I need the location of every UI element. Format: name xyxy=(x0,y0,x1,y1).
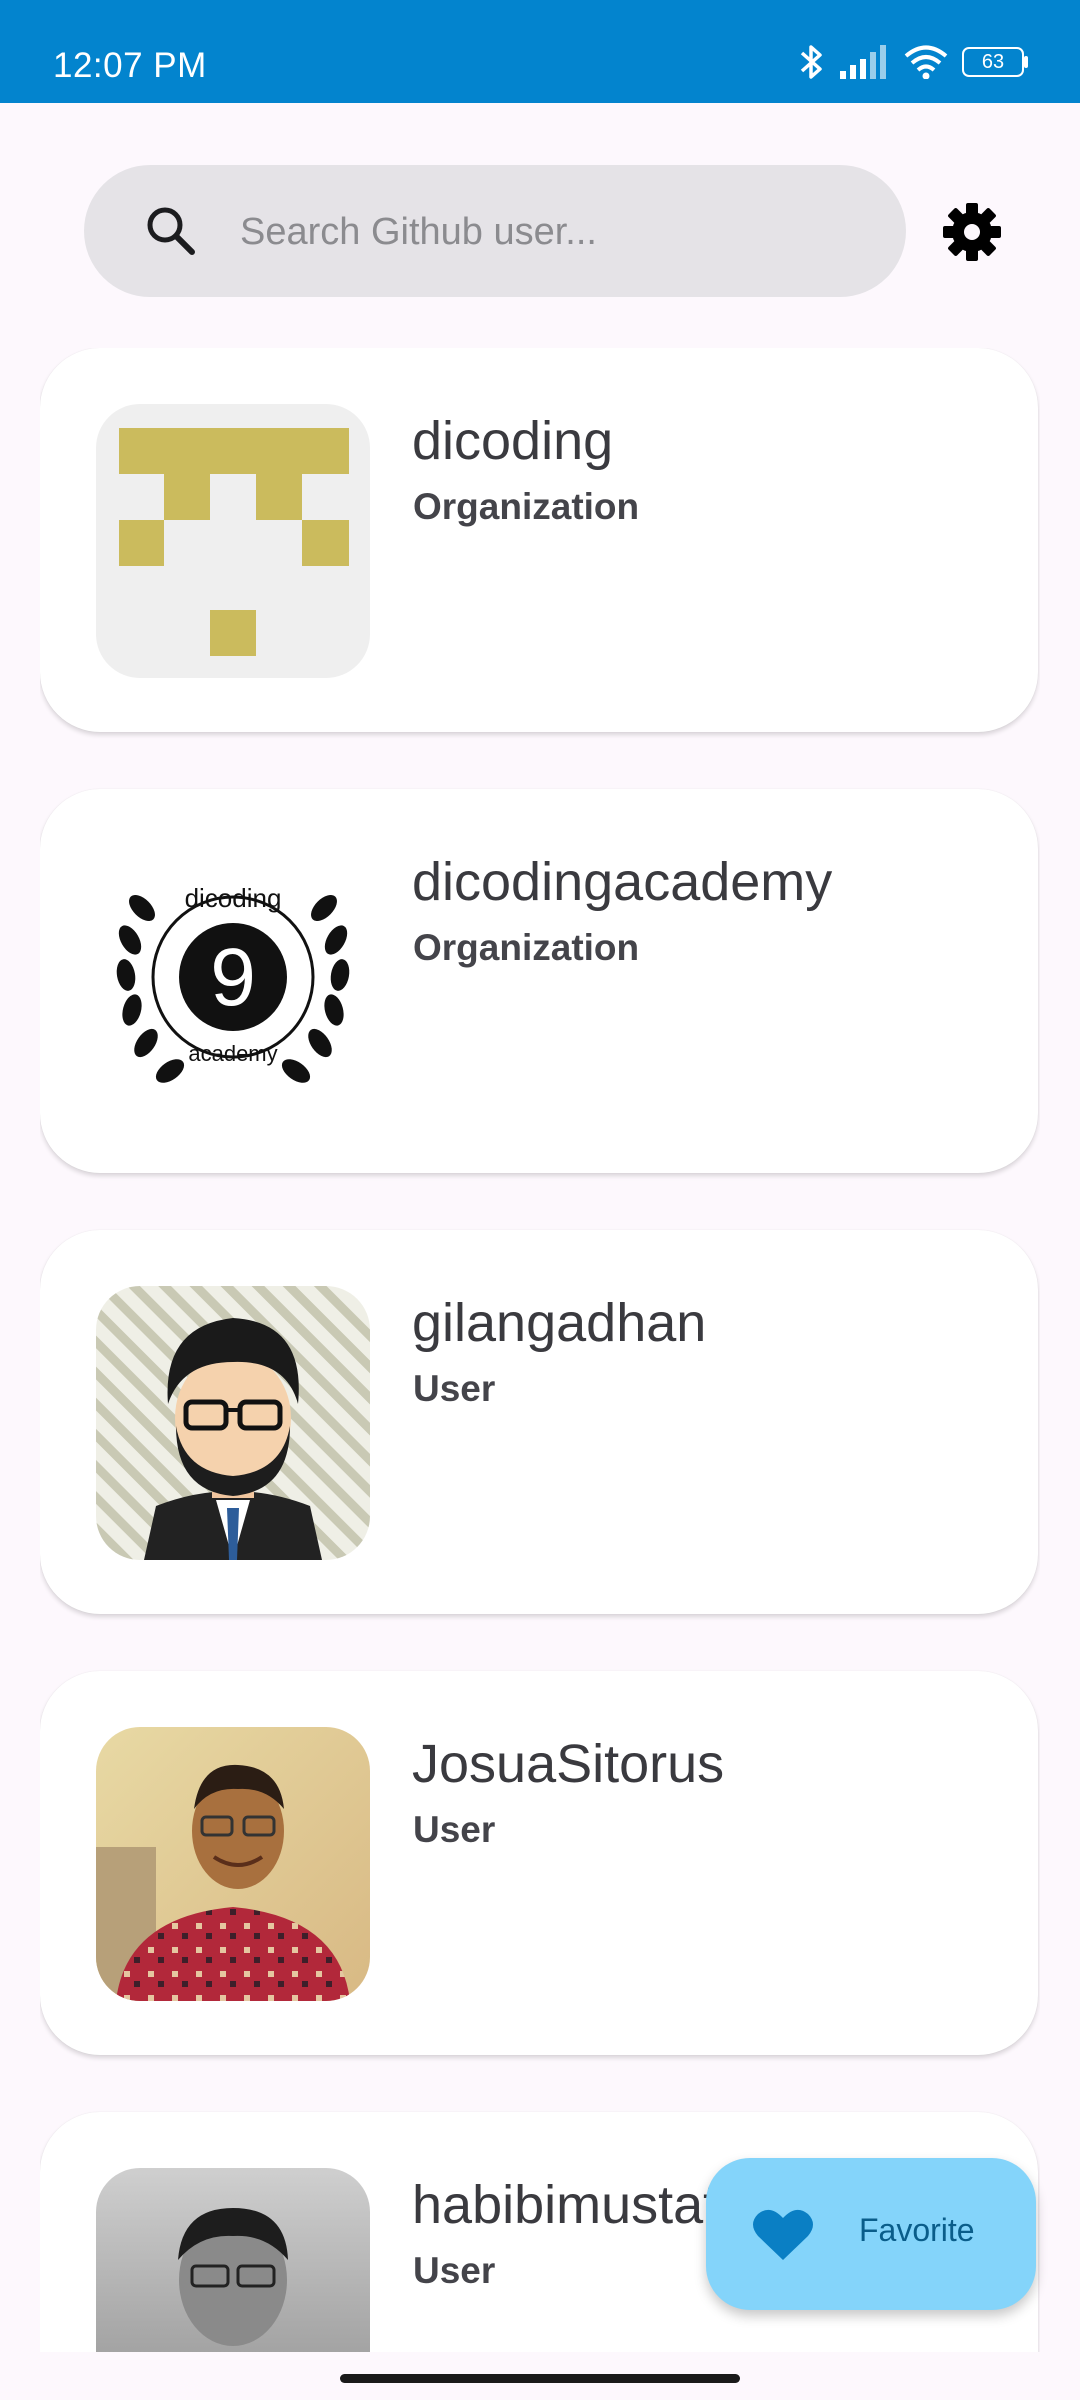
status-bar: 12:07 PM 63 xyxy=(0,0,1080,103)
user-avatar xyxy=(96,2168,370,2352)
user-name: dicodingacademy xyxy=(412,852,833,912)
user-type: User xyxy=(413,1809,496,1850)
user-type: User xyxy=(413,1368,496,1409)
avatar-glyph: 9 xyxy=(210,932,256,1023)
gear-icon xyxy=(943,203,1001,261)
user-card[interactable]: gilangadhan User xyxy=(40,1230,1038,1614)
status-icons: 63 xyxy=(798,42,1028,82)
user-avatar: 9 dicoding academy xyxy=(96,845,370,1119)
user-card[interactable]: JosuaSitorus User xyxy=(40,1671,1038,2055)
favorite-button[interactable]: Favorite xyxy=(706,2158,1036,2310)
search-bar[interactable] xyxy=(84,165,906,297)
user-card[interactable]: 9 dicoding academy dicodingacademy Organ… xyxy=(40,789,1038,1173)
favorite-label: Favorite xyxy=(859,2212,975,2248)
settings-button[interactable] xyxy=(940,200,1004,264)
user-name: habibimustafa xyxy=(412,2175,749,2235)
battery-icon: 63 xyxy=(962,47,1028,77)
user-name: gilangadhan xyxy=(412,1293,707,1353)
user-avatar xyxy=(96,1727,370,2001)
user-type: User xyxy=(413,2250,496,2291)
user-avatar xyxy=(96,404,370,678)
status-time: 12:07 PM xyxy=(53,46,207,85)
user-type: Organization xyxy=(413,927,640,968)
user-name: dicoding xyxy=(412,411,614,471)
user-list[interactable]: dicoding Organization 9 dicoding academy… xyxy=(40,348,1040,2352)
user-avatar xyxy=(96,1286,370,1560)
user-card[interactable]: dicoding Organization xyxy=(40,348,1038,732)
wifi-icon xyxy=(904,45,948,79)
search-input[interactable] xyxy=(238,195,862,269)
user-type: Organization xyxy=(413,486,640,527)
signal-icon xyxy=(840,45,886,79)
avatar-text-bottom: academy xyxy=(188,1041,277,1066)
avatar-text-top: dicoding xyxy=(185,883,282,913)
user-name: JosuaSitorus xyxy=(412,1734,725,1794)
bluetooth-icon xyxy=(800,45,822,79)
home-indicator[interactable] xyxy=(340,2374,740,2383)
heart-icon xyxy=(753,2209,813,2260)
search-icon xyxy=(147,207,195,255)
battery-level: 63 xyxy=(981,51,1005,73)
